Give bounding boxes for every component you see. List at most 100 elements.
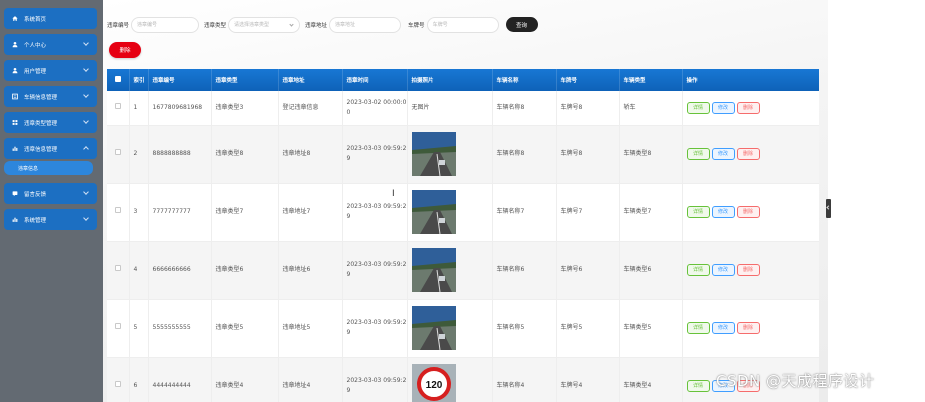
sidebar-item-home[interactable]: 系统首页 xyxy=(4,8,97,29)
delete-button[interactable]: 删除 xyxy=(736,206,760,218)
table-row: 1 1677809681968 违章类型3 登记违章信息 2023-03-02 00:0… xyxy=(107,91,819,126)
cell-place: 违章地址8 xyxy=(278,125,343,184)
cell-vehicle-type: 车辆类型7 xyxy=(619,183,683,242)
cell-photo: 120 xyxy=(407,357,493,402)
delete-button[interactable]: 删除 xyxy=(736,264,760,276)
cell-type: 违章类型5 xyxy=(211,299,279,358)
row-checkbox[interactable] xyxy=(107,299,130,358)
row-checkbox[interactable] xyxy=(107,241,130,300)
chevron-down-icon xyxy=(83,92,89,98)
user-icon xyxy=(12,41,18,48)
cell-vehicle-type: 车辆类型8 xyxy=(619,125,683,184)
col-photo-header: 拍摄照片 xyxy=(407,69,493,91)
violation-type-select[interactable]: 请选择违章类型 xyxy=(228,16,301,33)
watermark: CSDN @天成程序设计 xyxy=(716,372,875,390)
chevron-down-icon xyxy=(83,40,89,46)
cell-place: 违章地址7 xyxy=(278,183,343,242)
chevron-down-icon xyxy=(83,215,89,221)
violation-place-placeholder: 违章地址 xyxy=(335,22,356,28)
cell-plate: 车牌号8 xyxy=(556,91,620,126)
text-cursor-icon: I xyxy=(392,189,395,199)
sidebar-item-users[interactable]: 用户管理 xyxy=(4,60,97,81)
batch-delete-button[interactable]: 删除 xyxy=(109,42,141,58)
chevron-down-icon xyxy=(289,21,294,27)
violation-code-input[interactable]: 违章编号 xyxy=(131,16,200,33)
collapse-handle[interactable] xyxy=(826,199,831,218)
detail-button[interactable]: 详情 xyxy=(686,101,710,114)
search-button[interactable]: 查询 xyxy=(505,17,538,32)
sidebar-item-label: 违章类型管理 xyxy=(24,120,58,127)
cell-vehicle-type: 车辆类型5 xyxy=(619,299,683,358)
svg-text:120: 120 xyxy=(425,380,442,391)
edit-button[interactable]: 修改 xyxy=(711,264,735,276)
col-actions-header: 操作 xyxy=(682,69,819,91)
sidebar-subitem-violation-info[interactable]: 违章信息 xyxy=(4,161,93,175)
sidebar-item-vehicles[interactable]: 车辆信息管理 xyxy=(4,86,97,107)
edit-button[interactable]: 修改 xyxy=(711,206,735,218)
delete-button[interactable]: 删除 xyxy=(736,148,760,160)
cell-index: 5 xyxy=(129,299,149,358)
sidebar-item-profile[interactable]: 个人中心 xyxy=(4,34,97,55)
cell-actions: 详情 修改 删除 xyxy=(682,241,819,300)
cell-time: 2023-03-03 09:59:29 xyxy=(342,183,408,242)
detail-button[interactable]: 详情 xyxy=(686,148,710,160)
row-checkbox[interactable] xyxy=(107,357,130,402)
sidebar-item-violations[interactable]: 违章信息管理 xyxy=(4,138,97,159)
col-code-header: 违章编号 xyxy=(148,69,212,91)
chevron-down-icon xyxy=(83,118,89,124)
edit-button[interactable]: 修改 xyxy=(711,322,735,334)
select-all-checkbox[interactable] xyxy=(107,69,130,91)
sidebar-item-violation-types[interactable]: 违章类型管理 xyxy=(4,112,97,133)
cell-place: 违章地址6 xyxy=(278,241,343,300)
cell-plate: 车牌号5 xyxy=(556,299,620,358)
cell-time: 2023-03-03 09:59:29 xyxy=(342,125,408,184)
delete-button[interactable]: 删除 xyxy=(736,322,760,334)
table-row: 3 7777777777 违章类型7 违章地址7 2023-03-03 09:59:29… xyxy=(107,183,819,242)
cell-vehicle: 车辆名称8 xyxy=(492,125,557,184)
detail-button[interactable]: 详情 xyxy=(686,322,710,334)
edit-button[interactable]: 修改 xyxy=(711,148,735,160)
detail-button[interactable]: 详情 xyxy=(686,264,710,276)
sidebar-item-feedback[interactable]: 留言反馈 xyxy=(4,183,97,204)
plate-placeholder: 车牌号 xyxy=(432,22,448,28)
violation-photo: 120 xyxy=(411,364,456,402)
edit-button[interactable]: 修改 xyxy=(711,101,735,114)
plate-input[interactable]: 车牌号 xyxy=(426,16,499,33)
delete-button[interactable]: 删除 xyxy=(736,101,760,114)
cell-vehicle-type: 轿车 xyxy=(619,91,683,126)
cell-plate: 车牌号8 xyxy=(556,125,620,184)
cell-code: 4444444444 xyxy=(148,357,212,402)
cell-place: 违章地址5 xyxy=(278,299,343,358)
cell-code: 1677809681968 xyxy=(148,91,212,126)
cell-photo xyxy=(407,241,493,300)
detail-button[interactable]: 详情 xyxy=(686,206,710,218)
chevron-up-icon xyxy=(83,146,89,152)
col-vehicle-header: 车辆名称 xyxy=(492,69,557,91)
cell-vehicle: 车辆名称6 xyxy=(492,241,557,300)
chevron-down-icon xyxy=(83,66,89,72)
cell-photo: 无图片 xyxy=(407,91,493,126)
cell-code: 6666666666 xyxy=(148,241,212,300)
row-checkbox[interactable] xyxy=(107,125,130,184)
sidebar-item-label: 车辆信息管理 xyxy=(24,94,58,101)
cell-actions: 详情 修改 删除 xyxy=(682,183,819,242)
chart-icon xyxy=(12,217,18,223)
cell-time: 2023-03-03 09:59:29 xyxy=(342,241,408,300)
row-checkbox[interactable] xyxy=(107,183,130,242)
detail-button[interactable]: 详情 xyxy=(686,380,710,392)
message-icon xyxy=(12,191,18,197)
violation-code-label: 违章编号 xyxy=(107,22,130,29)
sidebar-item-system[interactable]: 系统管理 xyxy=(4,209,97,230)
cell-actions: 详情 修改 删除 xyxy=(682,91,819,126)
cell-type: 违章类型7 xyxy=(211,183,279,242)
violation-place-input[interactable]: 违章地址 xyxy=(329,16,402,33)
cell-place: 登记违章信息 xyxy=(278,91,343,126)
violation-photo xyxy=(411,306,456,350)
cell-vehicle: 车辆名称8 xyxy=(492,91,557,126)
sidebar-item-label: 系统管理 xyxy=(24,217,47,224)
col-plate-header: 车牌号 xyxy=(556,69,620,91)
chevron-down-icon xyxy=(83,189,89,195)
row-checkbox[interactable] xyxy=(107,91,130,126)
cell-time: 2023-03-03 09:59:29 xyxy=(342,357,408,402)
cell-actions: 详情 修改 删除 xyxy=(682,299,819,358)
